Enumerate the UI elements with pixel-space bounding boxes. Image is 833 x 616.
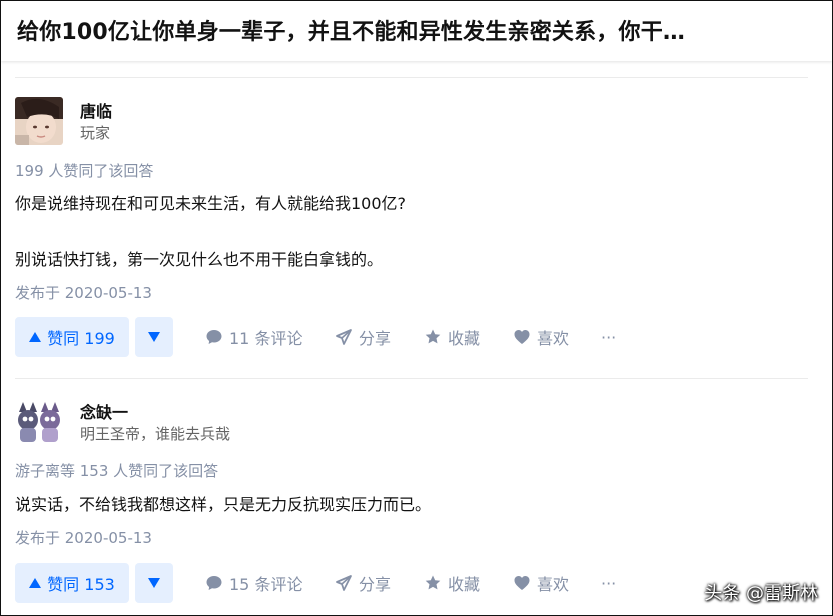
vote-summary: 游子离等 153 人赞同了该回答 xyxy=(15,462,219,480)
share-icon xyxy=(336,329,352,345)
more-button[interactable]: ··· xyxy=(601,317,616,357)
triangle-down-icon xyxy=(148,578,160,588)
comment-icon xyxy=(206,576,222,590)
question-header: 给你100亿让你单身一辈子，并且不能和异性发生亲密关系，你干… xyxy=(1,1,832,61)
like-label: 喜欢 xyxy=(537,575,570,594)
author-bio: 玩家 xyxy=(80,124,111,142)
page-frame: 给你100亿让你单身一辈子，并且不能和异性发生亲密关系，你干… 唐临 玩家 19… xyxy=(0,0,833,616)
author-name[interactable]: 唐临 xyxy=(80,98,112,122)
more-button[interactable]: ··· xyxy=(601,563,616,603)
avatar[interactable] xyxy=(15,97,63,145)
star-icon xyxy=(425,575,441,590)
triangle-up-icon xyxy=(29,332,42,342)
comment-icon xyxy=(206,330,222,344)
comments-label: 15 条评论 xyxy=(229,575,303,594)
like-button[interactable]: 喜欢 xyxy=(513,563,569,603)
triangle-down-icon xyxy=(148,332,160,342)
vote-summary: 199 人赞同了该回答 xyxy=(15,162,154,180)
comments-button[interactable]: 15 条评论 xyxy=(205,563,302,603)
answer-paragraph: 说实话，不给钱我都想这样，只是无力反抗现实压力而已。 xyxy=(15,495,432,514)
question-title[interactable]: 给你100亿让你单身一辈子，并且不能和异性发生亲密关系，你干… xyxy=(17,14,685,46)
vote-up-label: 赞同 153 xyxy=(47,575,115,594)
like-button[interactable]: 喜欢 xyxy=(513,317,569,357)
triangle-up-icon xyxy=(29,578,42,588)
comments-button[interactable]: 11 条评论 xyxy=(205,317,302,357)
collect-button[interactable]: 收藏 xyxy=(424,563,480,603)
divider xyxy=(15,378,808,379)
publish-time[interactable]: 发布于 2020-05-13 xyxy=(15,282,152,303)
heart-icon xyxy=(514,576,530,590)
action-bar: 赞同 153 15 条评论 分享 收藏 喜欢 ··· xyxy=(15,563,815,605)
like-label: 喜欢 xyxy=(537,329,570,348)
vote-up-button[interactable]: 赞同 199 xyxy=(15,317,129,357)
comments-label: 11 条评论 xyxy=(229,329,303,348)
more-icon: ··· xyxy=(601,573,617,593)
vote-down-button[interactable] xyxy=(135,317,173,357)
collect-label: 收藏 xyxy=(448,575,481,594)
author-bio: 明王圣帝，谁能去兵哉 xyxy=(80,425,231,443)
publish-time[interactable]: 发布于 2020-05-13 xyxy=(15,527,152,548)
share-label: 分享 xyxy=(359,575,392,594)
collect-button[interactable]: 收藏 xyxy=(424,317,480,357)
divider xyxy=(15,77,808,78)
share-icon xyxy=(336,575,352,591)
watermark: 头条 @雷斯林 xyxy=(704,583,818,604)
vote-down-button[interactable] xyxy=(135,563,173,603)
share-button[interactable]: 分享 xyxy=(335,563,391,603)
collect-label: 收藏 xyxy=(448,329,481,348)
action-bar: 赞同 199 11 条评论 分享 收藏 喜欢 ··· xyxy=(15,317,815,359)
vote-up-label: 赞同 199 xyxy=(47,329,115,348)
more-icon: ··· xyxy=(601,327,617,347)
share-button[interactable]: 分享 xyxy=(335,317,391,357)
vote-up-button[interactable]: 赞同 153 xyxy=(15,563,129,603)
answer-paragraph: 你是说维持现在和可见未来生活，有人就能给我100亿? xyxy=(15,194,407,213)
share-label: 分享 xyxy=(359,329,392,348)
avatar[interactable] xyxy=(15,398,63,446)
answer-paragraph: 别说话快打钱，第一次见什么也不用干能白拿钱的。 xyxy=(15,250,384,269)
star-icon xyxy=(425,329,441,344)
author-name[interactable]: 念缺一 xyxy=(80,399,128,423)
heart-icon xyxy=(514,330,530,344)
